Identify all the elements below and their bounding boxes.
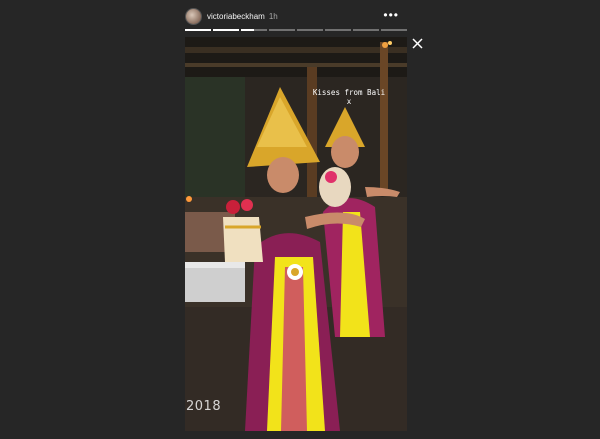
timestamp: 1h [268,11,278,21]
avatar[interactable] [185,7,202,25]
progress-segment [297,29,323,31]
progress-segment [241,29,267,31]
progress-segment [213,29,239,31]
username[interactable]: victoriabeckham [207,12,265,21]
progress-segment [381,29,407,31]
progress-segment [185,29,211,31]
progress-fill [213,29,239,31]
progress-segment [269,29,295,31]
year-text: 2018 [186,399,222,414]
progress-fill [241,29,254,31]
story-caption: Kisses from Bali x [307,88,391,106]
progress-segment [325,29,351,31]
caption-line2: x [346,97,352,106]
caption-line1: Kisses from Bali [312,88,386,97]
close-icon[interactable] [412,38,423,49]
progress-fill [185,29,211,31]
story-progress-bar [185,29,407,31]
more-dots-icon[interactable]: ••• [383,9,399,21]
progress-segment [353,29,379,31]
story-header: victoriabeckham 1h ••• [185,6,407,26]
